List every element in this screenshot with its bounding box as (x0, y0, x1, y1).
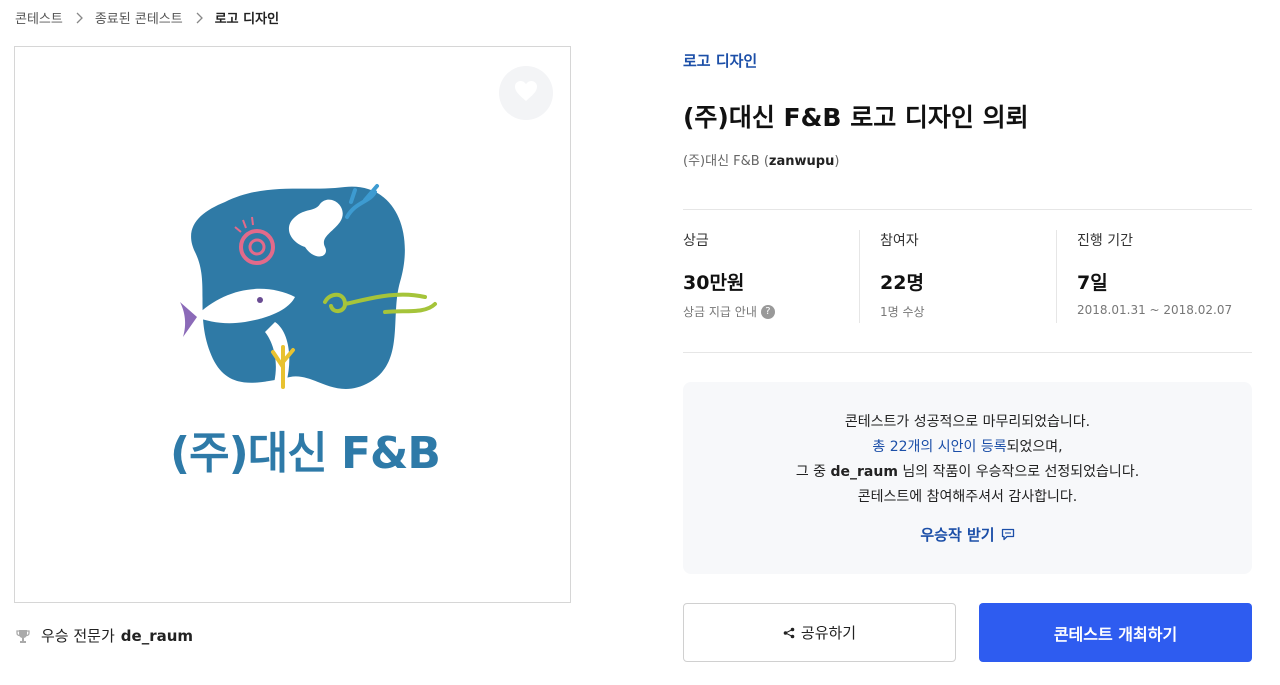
owner-close-paren: ) (834, 154, 840, 169)
breadcrumb: 콘테스트 종료된 콘테스트 로고 디자인 (15, 8, 279, 27)
logo-wordmark: (주)대신 F&B (170, 428, 441, 479)
help-icon[interactable]: ? (760, 304, 775, 319)
notice-line-1: 콘테스트가 성공적으로 마무리되었습니다. (844, 414, 1091, 430)
owner-name: (주)대신 F&B (683, 154, 760, 169)
notice-line-3: 그 중 de_raum 님의 작품이 우승작으로 선정되었습니다. (683, 460, 1252, 485)
stat-prize-value: 30만원 (683, 272, 745, 294)
stat-duration-value: 7일 (1077, 272, 1108, 294)
chevron-right-icon (75, 12, 83, 24)
stat-participants-value: 22명 (880, 272, 924, 294)
stat-participants: 참여자 22명 1명 수상 (860, 230, 1056, 323)
notice-line-4: 콘테스트에 참여해주셔서 감사합니다. (857, 489, 1078, 505)
owner-id[interactable]: zanwupu (769, 154, 834, 169)
stat-duration: 진행 기간 7일 2018.01.31 ~ 2018.02.07 (1057, 230, 1252, 323)
divider (683, 209, 1252, 210)
breadcrumb-item-contest[interactable]: 콘테스트 (15, 8, 63, 27)
stat-prize-sub: 상금 지급 안내 ? (683, 303, 859, 320)
breadcrumb-item-ended-contests[interactable]: 종료된 콘테스트 (95, 8, 183, 27)
breadcrumb-item-logo-design: 로고 디자인 (214, 12, 280, 27)
stat-duration-label: 진행 기간 (1077, 233, 1133, 249)
message-icon (1001, 528, 1015, 541)
notice-line-3-a: 그 중 (795, 464, 831, 480)
contest-image[interactable]: (주)대신 F&B (14, 46, 571, 603)
stat-participants-sub: 1명 수상 (880, 305, 925, 319)
get-winning-entry-button[interactable]: 우승작 받기 (920, 524, 1014, 545)
stat-duration-sub: 2018.01.31 ~ 2018.02.07 (1077, 303, 1233, 317)
stat-prize: 상금 30만원 상금 지급 안내 ? (683, 230, 859, 323)
notice-line-2-rest: 되었으며, (1006, 439, 1063, 455)
divider (683, 352, 1252, 353)
winner-name[interactable]: de_raum (121, 627, 193, 645)
stat-participants-label: 참여자 (880, 233, 919, 249)
contest-result-notice: 콘테스트가 성공적으로 마무리되었습니다. 총 22개의 시안이 등록되었으며,… (683, 382, 1252, 574)
winner-label: 우승 전문가 (41, 627, 115, 645)
contest-category[interactable]: 로고 디자인 (683, 50, 757, 71)
submissions-link[interactable]: 총 22개의 시안이 등록 (872, 439, 1006, 455)
contest-title: (주)대신 F&B 로고 디자인 의뢰 (683, 103, 1029, 132)
contest-stats: 상금 30만원 상금 지급 안내 ? 참여자 22명 1명 수상 진행 기간 7… (683, 230, 1252, 323)
winner-info: 우승 전문가 de_raum (15, 625, 193, 646)
trophy-icon (15, 628, 31, 644)
get-winning-entry-label: 우승작 받기 (920, 526, 995, 544)
notice-line-3-b: 님의 작품이 우승작으로 선정되었습니다. (897, 464, 1140, 480)
stat-prize-label: 상금 (683, 233, 709, 249)
share-button[interactable]: 공유하기 (683, 603, 956, 662)
chevron-right-icon (195, 12, 203, 24)
company-logo (180, 184, 437, 389)
contest-owner: (주)대신 F&B (zanwupu) (683, 150, 839, 169)
winner-name-inline: de_raum (830, 464, 898, 480)
share-label: 공유하기 (800, 624, 857, 642)
favorite-button[interactable] (499, 66, 553, 120)
share-icon (783, 627, 795, 639)
notice-line-2: 총 22개의 시안이 등록되었으며, (683, 435, 1252, 460)
host-contest-button[interactable]: 콘테스트 개최하기 (979, 603, 1252, 662)
prize-payment-info[interactable]: 상금 지급 안내 (683, 303, 757, 320)
heart-icon (513, 79, 539, 107)
